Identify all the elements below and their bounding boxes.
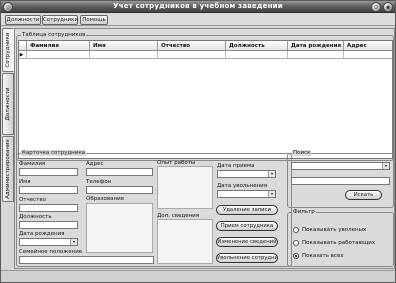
first-name-label: Имя xyxy=(19,179,31,185)
edit-info-button[interactable]: Изменение сведений xyxy=(216,237,278,247)
first-name-input[interactable] xyxy=(19,186,78,194)
employees-panel: Таблица сотрудников Фамилия Имя Отчество… xyxy=(14,28,395,269)
minimize-icon[interactable]: ⊙ xyxy=(371,2,381,12)
education-textarea[interactable] xyxy=(86,203,153,253)
radio-show-all-label: Показать всех xyxy=(302,253,344,259)
tab-employees-label: Сотрудники xyxy=(5,32,11,68)
table-row[interactable] xyxy=(19,51,392,59)
col-position[interactable]: Должность xyxy=(226,41,288,51)
family-status-label: Семейное положение xyxy=(19,249,83,255)
phone-input[interactable] xyxy=(86,186,153,194)
col-birth-date[interactable]: Дата рождения xyxy=(288,41,344,51)
status-bar xyxy=(1,270,395,282)
extra-info-textarea[interactable] xyxy=(157,219,213,264)
col-address[interactable]: Адрес xyxy=(344,41,392,51)
birth-date-label: Дата рождения xyxy=(19,231,65,237)
position-label: Должность xyxy=(19,214,52,220)
radio-show-working[interactable] xyxy=(293,240,299,246)
date-dropdown-icon[interactable]: ▾ xyxy=(268,191,275,197)
tab-administration[interactable]: Администрирование xyxy=(2,136,14,202)
menu-bar: Должности Сотрудники Помощь xyxy=(1,14,395,26)
patronymic-input[interactable] xyxy=(19,204,78,212)
grid-corner xyxy=(19,41,27,51)
table-cell[interactable] xyxy=(226,51,288,59)
search-field-select[interactable]: ▾ xyxy=(291,162,390,170)
tab-positions[interactable]: Должности xyxy=(2,73,14,135)
radio-show-fired-label: Показывать уволеных xyxy=(302,227,367,233)
tab-positions-label: Должности xyxy=(5,87,11,121)
side-tabs: Сотрудники Должности Администрирование xyxy=(2,28,14,268)
table-cell[interactable] xyxy=(288,51,344,59)
col-first-name[interactable]: Имя xyxy=(90,41,158,51)
grid-header: Фамилия Имя Отчество Должность Дата рожд… xyxy=(19,41,392,51)
table-cell[interactable] xyxy=(27,51,90,59)
menu-help[interactable]: Помощь xyxy=(80,15,108,25)
current-row-indicator: ▶ xyxy=(19,52,24,58)
fire-date-input[interactable]: ▾ xyxy=(217,190,276,198)
delete-record-button[interactable]: Удаление записи xyxy=(216,205,278,215)
phone-label: Телефон xyxy=(86,179,112,185)
minimize-glyph: ⊙ xyxy=(373,4,379,11)
table-cell[interactable] xyxy=(90,51,158,59)
search-input[interactable] xyxy=(291,177,390,185)
fire-employee-button[interactable]: Увольнение сотрудника xyxy=(216,253,278,263)
table-cell[interactable] xyxy=(344,51,392,59)
hire-date-label: Дата приема xyxy=(217,163,255,169)
search-button[interactable]: Искать xyxy=(345,190,382,200)
address-input[interactable] xyxy=(86,168,153,176)
window-title: Учет сотрудников в учебном заведении xyxy=(113,2,283,10)
col-last-name[interactable]: Фамилия xyxy=(27,41,90,51)
hire-date-input[interactable]: ▾ xyxy=(217,170,276,178)
hire-employee-button[interactable]: Прием сотрудника xyxy=(216,221,278,231)
chevron-down-icon[interactable]: ▾ xyxy=(382,163,389,169)
menu-positions[interactable]: Должности xyxy=(5,15,41,25)
position-input[interactable] xyxy=(19,221,78,229)
education-label: Образование xyxy=(86,196,125,202)
fire-date-label: Дата увольнения xyxy=(217,183,268,189)
patronymic-label: Отчество xyxy=(19,197,47,203)
search-group-label: Поиск xyxy=(292,150,312,156)
main-window: ◎ Учет сотрудников в учебном заведении ⊙… xyxy=(0,0,396,283)
date-dropdown-icon[interactable]: ▾ xyxy=(268,171,275,177)
employees-grid[interactable]: Фамилия Имя Отчество Должность Дата рожд… xyxy=(18,40,393,159)
filter-group-label: Фильтр xyxy=(292,209,316,215)
radio-show-all[interactable] xyxy=(293,253,299,259)
tab-administration-label: Администрирование xyxy=(5,139,11,199)
close-glyph: ◉ xyxy=(385,4,391,11)
employee-card-label: Карточка сотрудника xyxy=(21,150,87,156)
col-patronymic[interactable]: Отчество xyxy=(158,41,226,51)
radio-show-working-label: Показывать работающих xyxy=(302,240,376,246)
family-status-input[interactable] xyxy=(19,256,154,264)
address-label: Адрес xyxy=(86,161,104,167)
last-name-label: Фамилия xyxy=(19,161,46,167)
menu-employees[interactable]: Сотрудники xyxy=(42,15,78,25)
tab-employees[interactable]: Сотрудники xyxy=(2,28,14,72)
employees-table-label: Таблица сотрудников xyxy=(21,32,87,38)
birth-date-input[interactable]: ▾ xyxy=(19,238,78,246)
title-bar[interactable]: ◎ Учет сотрудников в учебном заведении ⊙… xyxy=(1,1,395,13)
last-name-input[interactable] xyxy=(19,168,78,176)
radio-show-fired[interactable] xyxy=(293,227,299,233)
table-cell[interactable] xyxy=(158,51,226,59)
experience-textarea[interactable] xyxy=(157,166,213,209)
date-dropdown-icon[interactable]: ▾ xyxy=(70,239,77,245)
close-icon[interactable]: ◉ xyxy=(383,2,393,12)
